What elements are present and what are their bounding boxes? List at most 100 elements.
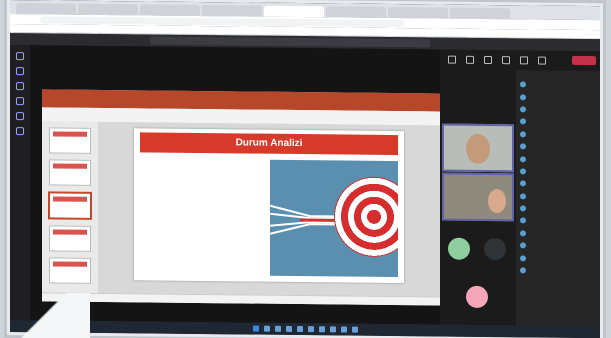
- participant-row[interactable]: [516, 78, 600, 91]
- participant-row[interactable]: [516, 140, 600, 153]
- participant-video-tile[interactable]: [442, 123, 514, 173]
- participant-video-tile[interactable]: [442, 172, 514, 222]
- participant-row[interactable]: [516, 165, 600, 178]
- windows-start-icon[interactable]: [252, 325, 259, 332]
- file-explorer-icon[interactable]: [274, 325, 281, 332]
- participant-avatar[interactable]: [448, 237, 470, 260]
- participant-face: [488, 189, 506, 214]
- participant-row[interactable]: [516, 202, 600, 215]
- participant-row[interactable]: [516, 252, 600, 265]
- avatar: [520, 118, 526, 125]
- chat-icon[interactable]: [448, 55, 456, 64]
- avatar: [520, 217, 526, 224]
- bullet-line: [142, 158, 262, 159]
- avatar: [520, 267, 526, 274]
- bullet-line: [142, 158, 262, 159]
- mail-icon[interactable]: [318, 326, 325, 333]
- participants-panel: [516, 70, 600, 327]
- avatar: [520, 93, 526, 100]
- target-arrows-image: [270, 159, 398, 278]
- browser-tab[interactable]: [202, 5, 262, 17]
- bullet-line: [142, 158, 262, 159]
- bullet-line: [142, 158, 262, 159]
- participant-avatar[interactable]: [466, 285, 488, 309]
- bullet-line: [142, 158, 262, 159]
- bullet-line: [142, 158, 262, 159]
- share-icon[interactable]: [538, 56, 546, 65]
- avatar: [520, 81, 526, 88]
- bullseye-icon: [334, 176, 398, 258]
- browser-tab-active[interactable]: [264, 5, 324, 18]
- store-icon[interactable]: [329, 326, 336, 333]
- teams-icon[interactable]: [296, 326, 303, 333]
- participant-row[interactable]: [516, 177, 600, 190]
- slide-thumbnail[interactable]: [49, 257, 91, 284]
- participant-face: [466, 133, 490, 165]
- powerpoint-window: Durum Analizi: [42, 89, 440, 306]
- browser-tab[interactable]: [140, 4, 200, 16]
- reactions-icon[interactable]: [466, 55, 474, 64]
- slide-thumbnail[interactable]: [49, 225, 91, 252]
- leave-button[interactable]: [572, 55, 596, 66]
- avatar: [520, 168, 526, 175]
- avatar: [520, 205, 526, 212]
- avatar: [520, 254, 526, 262]
- activity-icon[interactable]: [16, 52, 24, 61]
- screen-bezel-corner: [0, 293, 90, 338]
- files-icon[interactable]: [16, 127, 24, 136]
- participant-row[interactable]: [516, 190, 600, 203]
- avatar: [520, 193, 526, 200]
- browser-icon[interactable]: [285, 325, 292, 332]
- participant-row[interactable]: [516, 239, 600, 252]
- avatar: [520, 242, 526, 249]
- browser-tab[interactable]: [326, 6, 386, 18]
- participant-row[interactable]: [516, 103, 600, 116]
- participant-avatar[interactable]: [484, 237, 506, 261]
- slide-title: Durum Analizi: [140, 132, 398, 156]
- participant-row[interactable]: [516, 227, 600, 240]
- avatar: [520, 180, 526, 187]
- current-slide[interactable]: Durum Analizi: [134, 128, 404, 284]
- browser-tab[interactable]: [450, 7, 510, 20]
- app-icon[interactable]: [351, 326, 358, 333]
- browser-tab[interactable]: [388, 6, 448, 19]
- browser-tab[interactable]: [78, 3, 138, 16]
- participant-row[interactable]: [516, 264, 600, 277]
- bullet-line: [142, 158, 262, 159]
- participant-row[interactable]: [516, 128, 600, 141]
- screen-frame: Durum Analizi: [10, 0, 600, 338]
- search-input[interactable]: [150, 36, 430, 48]
- participant-row[interactable]: [516, 153, 600, 166]
- powerpoint-icon[interactable]: [307, 326, 314, 333]
- slide-editor: Durum Analizi: [98, 121, 440, 298]
- slide-thumbnails: [42, 121, 98, 302]
- participant-row[interactable]: [516, 91, 600, 104]
- search-icon[interactable]: [263, 325, 270, 332]
- bullet-line: [142, 158, 262, 159]
- calendar-icon[interactable]: [16, 97, 24, 106]
- browser-tab[interactable]: [16, 3, 76, 15]
- more-icon[interactable]: [484, 55, 492, 65]
- video-gallery: [440, 69, 516, 326]
- slide-thumbnail[interactable]: [49, 159, 91, 186]
- avatar: [520, 155, 526, 162]
- participant-row[interactable]: [516, 115, 600, 128]
- slide-thumbnail-selected[interactable]: [48, 191, 92, 220]
- camera-icon[interactable]: [502, 56, 510, 65]
- avatar: [520, 230, 526, 237]
- avatar: [520, 106, 526, 113]
- chat-icon[interactable]: [16, 67, 24, 76]
- mic-icon[interactable]: [520, 56, 528, 65]
- participant-row[interactable]: [516, 215, 600, 228]
- teams-app-rail: [10, 45, 30, 321]
- avatar: [520, 143, 526, 150]
- teams-icon[interactable]: [16, 82, 24, 91]
- bullet-line: [142, 158, 262, 159]
- slide-bullets: [142, 158, 262, 159]
- avatar: [520, 131, 526, 138]
- app-icon[interactable]: [340, 326, 347, 333]
- shared-screen-stage: Durum Analizi: [30, 45, 440, 325]
- meeting-controls: [430, 50, 580, 70]
- slide-thumbnail[interactable]: [49, 127, 91, 154]
- calls-icon[interactable]: [16, 112, 24, 121]
